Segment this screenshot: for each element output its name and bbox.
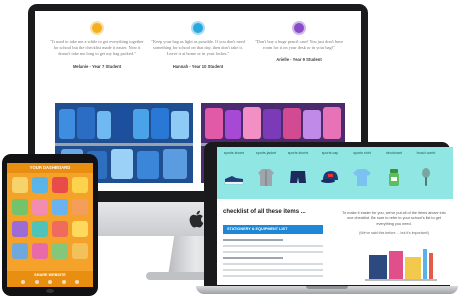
testimonial-card: "Keep your bag as light as possible. If …	[150, 21, 246, 69]
testimonial-quote: "Keep your bag as light as possible. If …	[151, 39, 245, 57]
checklist-lines	[223, 239, 323, 281]
deodorant-icon	[389, 169, 399, 186]
checklist-section: checklist of all these items ... STATION…	[217, 199, 329, 285]
avatar	[292, 21, 306, 35]
tablet-device: YOUR DASHBOARD SHARE WEBSITE	[2, 154, 98, 296]
kit-item-label: brush comb	[416, 151, 436, 155]
download-section: To make it easier for you, we've put all…	[329, 199, 453, 285]
testimonials-section: "It used to take me a while to get every…	[35, 11, 361, 103]
laptop-lid: sports shoes sports jacket sports shorts…	[204, 142, 453, 288]
cap-icon	[321, 171, 338, 183]
app-icon[interactable]	[72, 221, 88, 237]
tablet-screen: YOUR DASHBOARD SHARE WEBSITE	[7, 163, 93, 287]
tablet-footer: SHARE WEBSITE	[7, 271, 93, 287]
testimonial-card: "Don't buy a huge pencil case! You just …	[251, 21, 347, 62]
app-icon[interactable]	[72, 177, 88, 193]
kit-item-label: sports shorts	[287, 151, 309, 155]
app-icon[interactable]	[52, 199, 68, 215]
app-icon[interactable]	[32, 243, 48, 259]
app-icon[interactable]	[32, 177, 48, 193]
stationery-list-banner[interactable]: STATIONERY & EQUIPMENT LIST	[223, 225, 323, 234]
shirt-icon	[353, 169, 371, 186]
kit-item-label: sports shoes	[223, 151, 245, 155]
testimonial-quote: "Don't buy a huge pencil case! You just …	[254, 39, 344, 51]
app-icon[interactable]	[12, 221, 28, 237]
kit-item-label: sports cap	[321, 151, 339, 155]
share-icon[interactable]	[61, 280, 66, 284]
kit-item: deodorant	[381, 151, 407, 192]
testimonial-author: Melanie - Year 7 Student	[72, 63, 122, 69]
kit-item: brush comb	[413, 151, 439, 192]
download-note: (We've said this before ... but it's imp…	[359, 231, 429, 235]
tablet-home-button[interactable]	[46, 289, 54, 293]
app-icon[interactable]	[52, 221, 68, 237]
share-icon[interactable]	[21, 280, 25, 284]
sports-kit-banner: sports shoes sports jacket sports shorts…	[217, 147, 453, 199]
kit-item-label: sports shirt	[353, 151, 371, 155]
app-icon[interactable]	[52, 243, 68, 259]
testimonial-card: "It used to take me a while to get every…	[49, 21, 145, 69]
app-icon[interactable]	[32, 199, 48, 215]
laptop-notch	[306, 286, 348, 289]
app-icon[interactable]	[72, 199, 88, 215]
testimonial-quote: "It used to take me a while to get every…	[50, 39, 144, 57]
share-icon[interactable]	[34, 280, 39, 284]
laptop-device: sports shoes sports jacket sports shorts…	[196, 142, 458, 294]
app-icon[interactable]	[12, 199, 28, 215]
avatar	[90, 21, 104, 35]
app-icon[interactable]	[52, 177, 68, 193]
share-website-label[interactable]: SHARE WEBSITE	[7, 273, 93, 277]
share-icon[interactable]	[75, 280, 79, 284]
laptop-screen: sports shoes sports jacket sports shorts…	[217, 147, 453, 285]
kit-item: sports jacket	[253, 151, 279, 192]
school-supplies-illustration	[365, 249, 437, 281]
testimonial-author: Arielle - Year 9 Student	[276, 57, 322, 63]
testimonial-author: Hannah - Year 10 Student	[172, 63, 224, 69]
sneaker-icon	[224, 176, 244, 185]
brush-icon	[422, 168, 430, 186]
tablet-header: YOUR DASHBOARD	[7, 163, 93, 173]
avatar	[191, 21, 205, 35]
kit-item-label: deodorant	[385, 151, 403, 155]
share-icon[interactable]	[48, 280, 52, 284]
jacket-icon	[258, 169, 274, 186]
kit-item: sports shirt	[349, 151, 375, 192]
checklist-title: checklist of all these items ...	[223, 209, 306, 215]
app-icon[interactable]	[72, 243, 88, 259]
kit-item: sports cap	[317, 151, 343, 192]
shorts-icon	[290, 171, 306, 183]
app-icon[interactable]	[12, 177, 28, 193]
kit-item: sports shorts	[285, 151, 311, 192]
kit-item: sports shoes	[221, 151, 247, 192]
download-description: To make it easier for you, we've put all…	[342, 211, 446, 226]
app-icon[interactable]	[32, 221, 48, 237]
share-icons	[21, 280, 79, 284]
kit-item-label: sports jacket	[255, 151, 277, 155]
app-icon[interactable]	[12, 243, 28, 259]
